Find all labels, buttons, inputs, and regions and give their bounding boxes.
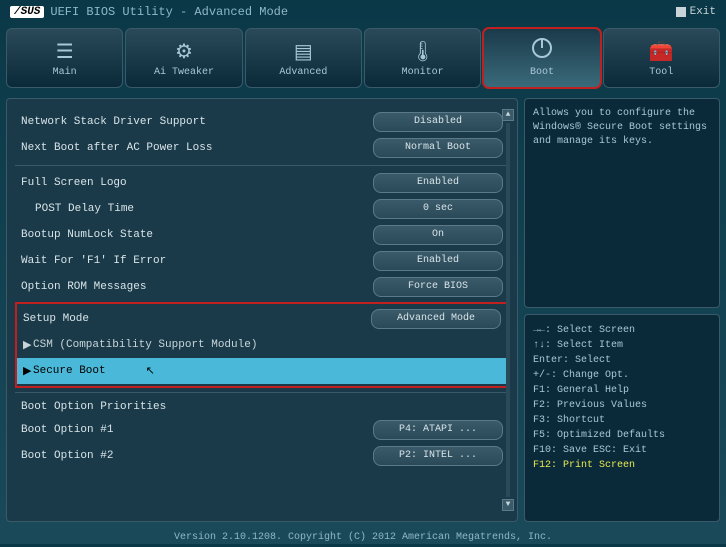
setting-row-setup-mode[interactable]: Setup ModeAdvanced Mode <box>17 306 507 332</box>
key-hint: F1: General Help <box>533 383 711 398</box>
key-hint: F10: Save ESC: Exit <box>533 443 711 458</box>
gear-icon: ⚙ <box>175 39 193 65</box>
cursor-icon: ↖ <box>146 364 155 378</box>
chevron-right-icon: ▶ <box>23 364 33 378</box>
key-hint: +/-: Change Opt. <box>533 368 711 383</box>
scroll-up-icon[interactable]: ▲ <box>502 109 514 121</box>
header-bar: /SUS UEFI BIOS Utility - Advanced Mode E… <box>0 0 726 24</box>
setting-row[interactable]: Full Screen LogoEnabled <box>15 170 509 196</box>
key-hint: F2: Previous Values <box>533 398 711 413</box>
app-title: UEFI BIOS Utility - Advanced Mode <box>50 5 288 19</box>
tab-main[interactable]: ☰Main <box>6 28 123 88</box>
key-hints-box: →←: Select Screen ↑↓: Select Item Enter:… <box>524 314 720 522</box>
setting-row[interactable]: Bootup NumLock StateOn <box>15 222 509 248</box>
submenu-secure-boot[interactable]: ▶Secure Boot↖ <box>17 358 507 384</box>
setting-row[interactable]: Option ROM MessagesForce BIOS <box>15 274 509 300</box>
value-button[interactable]: On <box>373 225 503 245</box>
list-icon: ☰ <box>56 39 74 65</box>
settings-panel: Network Stack Driver SupportDisabled Nex… <box>6 98 518 522</box>
tab-tool[interactable]: 🧰Tool <box>603 28 720 88</box>
help-text-box: Allows you to configure the Windows® Sec… <box>524 98 720 308</box>
value-button[interactable]: Normal Boot <box>373 138 503 158</box>
highlighted-section: Setup ModeAdvanced Mode ▶CSM (Compatibil… <box>15 302 509 388</box>
value-button[interactable]: 0 sec <box>373 199 503 219</box>
power-icon <box>532 38 552 65</box>
tab-boot[interactable]: Boot <box>483 28 600 88</box>
key-hint: ↑↓: Select Item <box>533 338 711 353</box>
key-hint: →←: Select Screen <box>533 323 711 338</box>
exit-button[interactable]: Exit <box>676 6 716 18</box>
tab-bar: ☰Main ⚙Ai Tweaker ▤Advanced 🌡Monitor Boo… <box>0 24 726 92</box>
setting-row[interactable]: Network Stack Driver SupportDisabled <box>15 109 509 135</box>
key-hint-highlight: F12: Print Screen <box>533 458 711 473</box>
setting-row-boot-opt-2[interactable]: Boot Option #2P2: INTEL ... <box>15 443 509 469</box>
tab-advanced[interactable]: ▤Advanced <box>245 28 362 88</box>
tab-ai-tweaker[interactable]: ⚙Ai Tweaker <box>125 28 242 88</box>
footer-text: Version 2.10.1208. Copyright (C) 2012 Am… <box>0 528 726 547</box>
key-hint: Enter: Select <box>533 353 711 368</box>
value-button[interactable]: Force BIOS <box>373 277 503 297</box>
boot-priorities-title: Boot Option Priorities <box>15 397 509 417</box>
divider <box>15 165 509 166</box>
scrollbar[interactable]: ▲ ▼ <box>501 109 515 511</box>
value-button[interactable]: Advanced Mode <box>371 309 501 329</box>
value-button[interactable]: Enabled <box>373 251 503 271</box>
tab-monitor[interactable]: 🌡Monitor <box>364 28 481 88</box>
scroll-down-icon[interactable]: ▼ <box>502 499 514 511</box>
chip-icon: ▤ <box>294 39 313 65</box>
brand-badge: /SUS <box>10 6 44 18</box>
scroll-track[interactable] <box>506 123 510 497</box>
toolbox-icon: 🧰 <box>649 39 674 65</box>
value-button[interactable]: P2: INTEL ... <box>373 446 503 466</box>
setting-row[interactable]: POST Delay Time0 sec <box>15 196 509 222</box>
value-button[interactable]: Enabled <box>373 173 503 193</box>
setting-row[interactable]: Next Boot after AC Power LossNormal Boot <box>15 135 509 161</box>
divider <box>15 392 509 393</box>
key-hint: F3: Shortcut <box>533 413 711 428</box>
setting-row-boot-opt-1[interactable]: Boot Option #1P4: ATAPI ... <box>15 417 509 443</box>
value-button[interactable]: Disabled <box>373 112 503 132</box>
value-button[interactable]: P4: ATAPI ... <box>373 420 503 440</box>
chevron-right-icon: ▶ <box>23 338 33 352</box>
exit-icon <box>676 7 686 17</box>
thermometer-icon: 🌡 <box>410 39 435 65</box>
submenu-csm[interactable]: ▶CSM (Compatibility Support Module) <box>17 332 507 358</box>
exit-label: Exit <box>690 6 716 18</box>
brand-logo: /SUS UEFI BIOS Utility - Advanced Mode <box>10 5 288 19</box>
setting-row[interactable]: Wait For 'F1' If ErrorEnabled <box>15 248 509 274</box>
key-hint: F5: Optimized Defaults <box>533 428 711 443</box>
